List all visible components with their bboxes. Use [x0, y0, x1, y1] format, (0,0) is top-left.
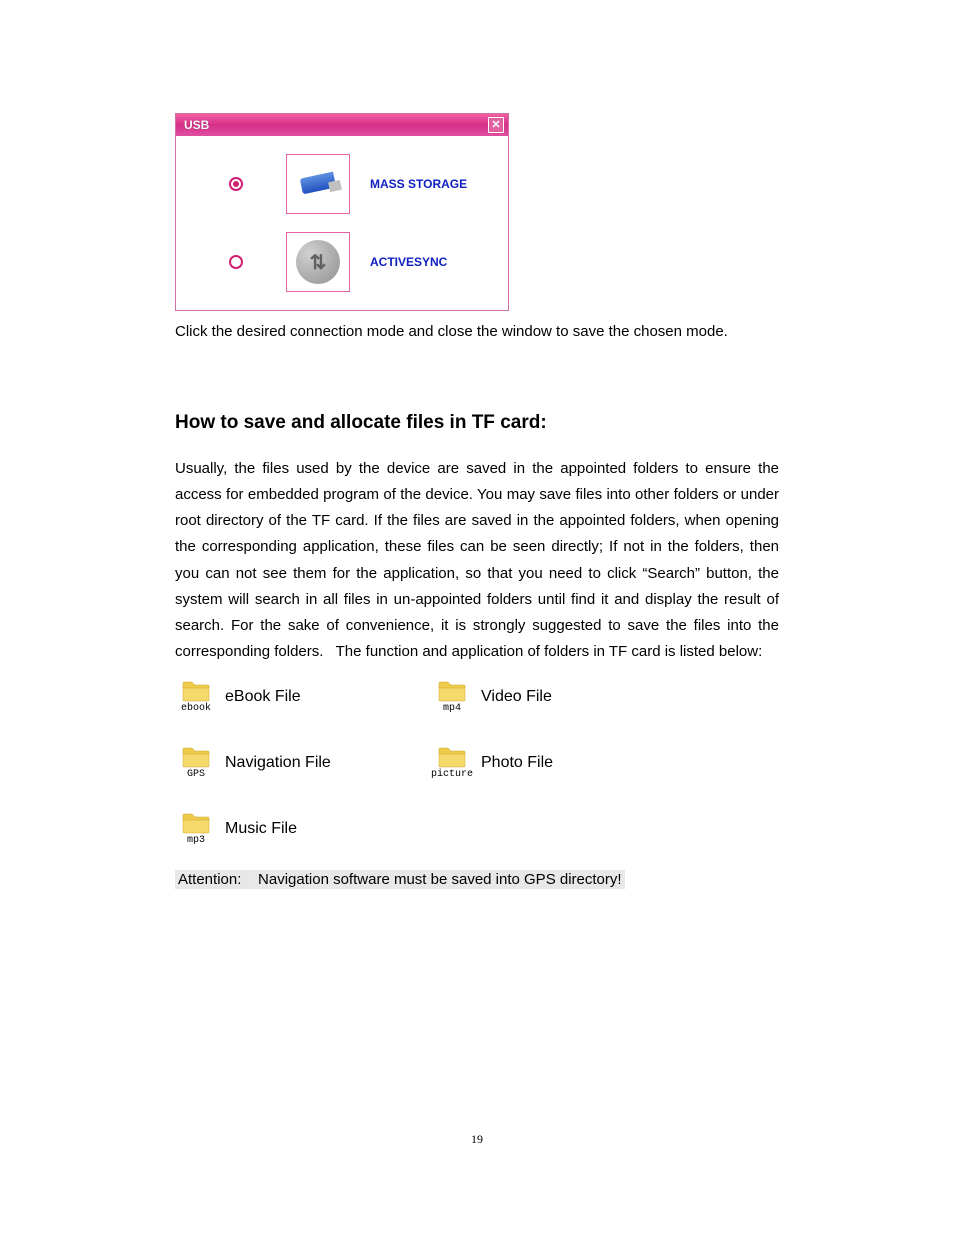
folder-grid: ebook eBook File mp4 Video File GPS — [175, 680, 779, 846]
radio-dot — [233, 181, 239, 187]
folder-mp3: mp3 Music File — [175, 812, 425, 846]
folder-ebook: ebook eBook File — [175, 680, 425, 714]
folder-icon — [182, 746, 210, 768]
folder-label: eBook File — [225, 688, 301, 706]
usb-option-mass-storage[interactable]: MASS STORAGE — [186, 154, 498, 214]
usb-stick-icon — [286, 154, 350, 214]
radio-button-selected[interactable] — [229, 177, 243, 191]
folder-caption: picture — [431, 769, 473, 780]
usb-option-activesync[interactable]: ⇅ ACTIVESYNC — [186, 232, 498, 292]
folder-icon — [182, 680, 210, 702]
attention-text: Attention: Navigation software must be s… — [175, 870, 625, 889]
folder-icon — [438, 680, 466, 702]
body-paragraph: Usually, the files used by the device ar… — [175, 456, 779, 666]
folder-icon — [182, 812, 210, 834]
folder-picture: picture Photo File — [431, 746, 681, 780]
radio-cell — [186, 177, 286, 191]
folder-gps: GPS Navigation File — [175, 746, 425, 780]
caption-text: Click the desired connection mode and cl… — [175, 321, 779, 344]
folder-caption: mp3 — [187, 835, 205, 846]
usb-option-label: ACTIVESYNC — [370, 255, 447, 269]
document-page: USB ✕ MASS STORAGE — [0, 0, 954, 889]
folder-caption: ebook — [181, 703, 211, 714]
folder-caption: GPS — [187, 769, 205, 780]
usb-body: MASS STORAGE ⇅ ACTIVESYNC — [176, 136, 508, 310]
folder-icon — [438, 746, 466, 768]
folder-label: Music File — [225, 820, 297, 838]
usb-dialog: USB ✕ MASS STORAGE — [175, 113, 509, 311]
folder-label: Video File — [481, 688, 552, 706]
folder-mp4: mp4 Video File — [431, 680, 681, 714]
folder-label: Navigation File — [225, 754, 331, 772]
sync-icon: ⇅ — [296, 240, 340, 284]
folder-caption: mp4 — [443, 703, 461, 714]
usb-titlebar: USB ✕ — [176, 114, 508, 136]
radio-cell — [186, 255, 286, 269]
close-button[interactable]: ✕ — [488, 117, 504, 133]
radio-button-unselected[interactable] — [229, 255, 243, 269]
usb-title: USB — [184, 118, 209, 132]
sync-icon-cell: ⇅ — [286, 232, 350, 292]
folder-label: Photo File — [481, 754, 553, 772]
usb-option-label: MASS STORAGE — [370, 177, 467, 191]
page-number: 19 — [0, 1132, 954, 1147]
section-heading: How to save and allocate files in TF car… — [175, 412, 779, 434]
